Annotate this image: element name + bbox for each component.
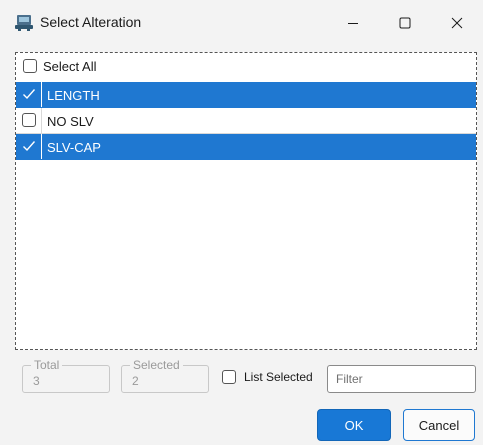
- check-cell[interactable]: [16, 82, 42, 107]
- check-icon: [23, 89, 36, 100]
- cancel-button[interactable]: Cancel: [403, 409, 475, 441]
- minimize-icon: [348, 23, 358, 24]
- maximize-button[interactable]: [382, 6, 428, 40]
- select-all-row[interactable]: Select All: [16, 53, 476, 79]
- list-item-label: NO SLV: [47, 114, 94, 129]
- alteration-list-panel: Select All LENGTH NO SLV SLV-CAP: [15, 52, 477, 350]
- close-icon: [451, 17, 463, 29]
- selected-count-box: Selected 2: [121, 358, 209, 393]
- list-item-label: SLV-CAP: [47, 140, 101, 155]
- title-bar: Select Alteration: [0, 0, 483, 44]
- list-item-slv-cap[interactable]: SLV-CAP: [16, 134, 476, 160]
- maximize-icon: [399, 17, 411, 29]
- check-cell[interactable]: [16, 108, 42, 133]
- select-all-label: Select All: [43, 59, 97, 74]
- window-title: Select Alteration: [40, 14, 142, 30]
- list-selected-label[interactable]: List Selected: [244, 370, 313, 384]
- check-cell[interactable]: [16, 134, 42, 159]
- minimize-button[interactable]: [330, 6, 376, 40]
- alteration-list: LENGTH NO SLV SLV-CAP: [16, 82, 476, 160]
- total-count-box: Total 3: [22, 358, 110, 393]
- list-item-label: LENGTH: [47, 88, 100, 103]
- app-icon: [15, 15, 33, 31]
- list-item-length[interactable]: LENGTH: [16, 82, 476, 108]
- total-value: 3: [33, 374, 40, 388]
- select-all-checkbox[interactable]: [23, 59, 37, 73]
- check-icon: [23, 141, 36, 152]
- item-checkbox[interactable]: [22, 113, 36, 127]
- total-label: Total: [31, 358, 63, 372]
- selected-label: Selected: [130, 358, 183, 372]
- list-selected-checkbox[interactable]: [222, 370, 236, 384]
- list-item-no-slv[interactable]: NO SLV: [16, 108, 476, 134]
- selected-value: 2: [132, 374, 139, 388]
- filter-input[interactable]: [327, 365, 476, 393]
- close-button[interactable]: [434, 6, 480, 40]
- ok-button[interactable]: OK: [317, 409, 391, 441]
